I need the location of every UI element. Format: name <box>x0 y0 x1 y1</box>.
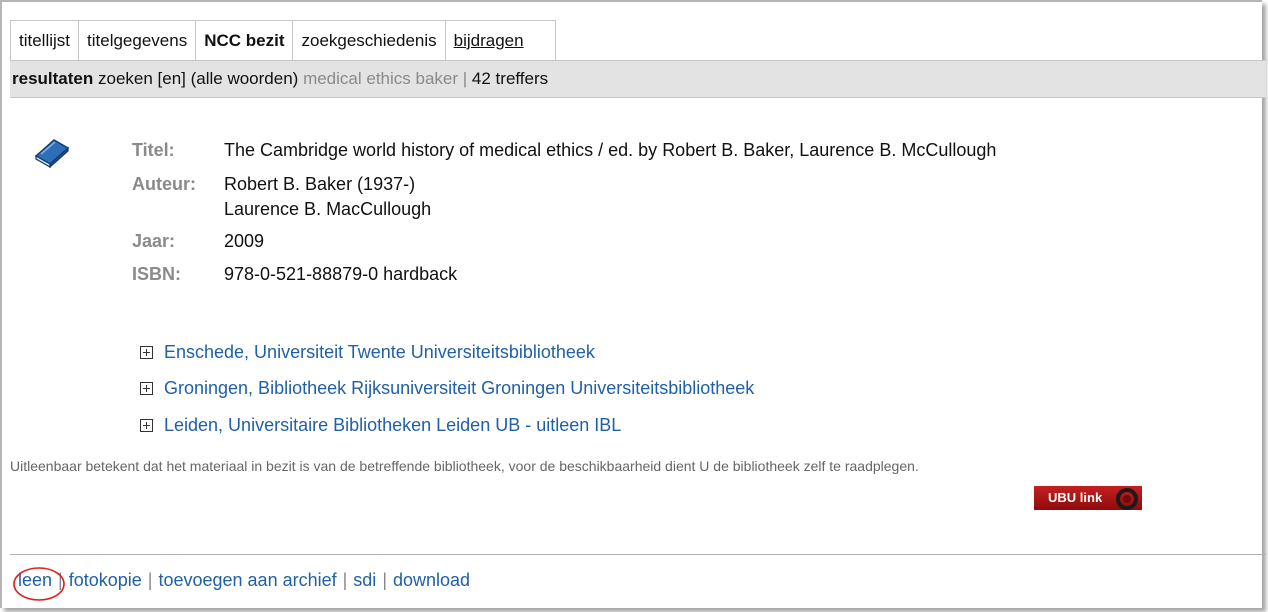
add-to-archive-link[interactable]: toevoegen aan archief <box>158 570 336 590</box>
download-link[interactable]: download <box>393 570 470 590</box>
action-separator: | <box>147 570 153 590</box>
sdi-link[interactable]: sdi <box>353 570 376 590</box>
expand-plus-icon[interactable] <box>140 382 153 395</box>
title-label: Titel: <box>132 140 175 160</box>
author-value-1: Robert B. Baker (1937-) <box>224 174 416 194</box>
action-separator: | <box>382 570 387 590</box>
results-bar: resultaten zoeken [en] (alle woorden) me… <box>10 60 1266 98</box>
divider <box>10 554 1266 555</box>
action-separator: | <box>342 570 348 590</box>
isbn-value: 978-0-521-88879-0 hardback <box>224 264 458 284</box>
library-label: Groningen, Bibliotheek Rijksuniversiteit… <box>164 378 755 398</box>
ubu-swirl-icon <box>1116 488 1138 510</box>
hit-count: 42 treffers <box>471 69 549 88</box>
book-icon <box>34 139 70 168</box>
expand-plus-icon[interactable] <box>140 419 153 432</box>
highlight-circle <box>13 567 65 601</box>
author-value-2: Laurence B. MacCullough <box>224 199 432 219</box>
library-label: Enschede, Universiteit Twente Universite… <box>164 342 595 362</box>
year-label: Jaar: <box>132 231 176 251</box>
expand-plus-icon[interactable] <box>140 346 153 359</box>
author-label: Auteur: <box>132 174 196 194</box>
tab-bijdragen[interactable]: bijdragen <box>446 21 556 61</box>
photocopy-link[interactable]: fotokopie <box>69 570 142 590</box>
library-item-enschede[interactable]: Enschede, Universiteit Twente Universite… <box>140 342 595 363</box>
window-frame: titellijst titelgegevens NCC bezit zoekg… <box>0 0 1266 608</box>
library-item-leiden[interactable]: Leiden, Universitaire Bibliotheken Leide… <box>140 415 621 436</box>
action-bar: leen | fotokopie | toevoegen aan archief | sdi… <box>18 570 470 591</box>
title-value: The Cambridge world history of medical e… <box>224 140 997 160</box>
library-label: Leiden, Universitaire Bibliotheken Leide… <box>164 415 622 435</box>
search-query: medical ethics baker <box>303 69 459 88</box>
search-description: zoeken [en] (alle woorden) <box>97 69 299 88</box>
tab-bar: titellijst titelgegevens NCC bezit zoekg… <box>10 20 556 61</box>
tab-titellijst[interactable]: titellijst <box>11 21 80 61</box>
library-item-groningen[interactable]: Groningen, Bibliotheek Rijksuniversiteit… <box>140 378 754 399</box>
availability-notice: Uitleenbaar betekent dat het materiaal i… <box>10 458 919 474</box>
isbn-label: ISBN: <box>132 264 181 284</box>
results-separator: | <box>462 69 468 88</box>
tab-ncc-bezit[interactable]: NCC bezit <box>196 21 294 61</box>
tab-zoekgeschiedenis[interactable]: zoekgeschiedenis <box>293 21 446 61</box>
year-value: 2009 <box>224 231 265 251</box>
results-label: resultaten <box>12 69 94 88</box>
ubu-link-button[interactable]: UBU link <box>1034 486 1142 510</box>
tab-titelgegevens[interactable]: titelgegevens <box>79 21 197 61</box>
ubu-link-label: UBU link <box>1048 490 1103 505</box>
